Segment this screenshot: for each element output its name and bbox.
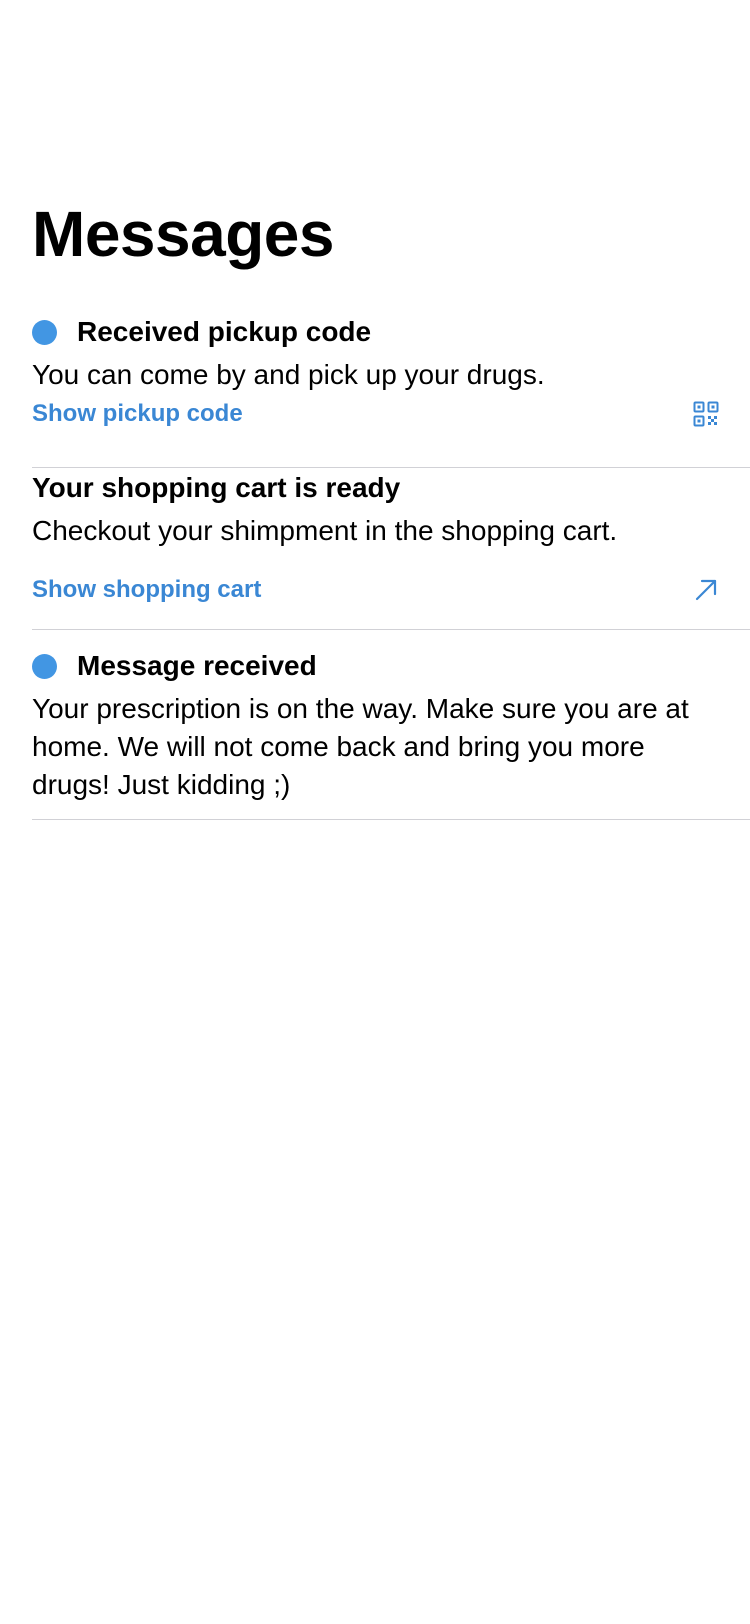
message-body: Your prescription is on the way. Make su… <box>32 693 689 800</box>
message-item-prescription[interactable]: Message received Your prescription is on… <box>32 630 750 820</box>
message-header: Your shopping cart is ready <box>32 468 718 508</box>
message-item-pickup-code[interactable]: Received pickup code You can come by and… <box>32 312 750 468</box>
show-shopping-cart-link[interactable]: Show shopping cart <box>32 576 261 604</box>
message-title: Your shopping cart is ready <box>32 472 401 503</box>
message-body: You can come by and pick up your drugs. <box>32 359 545 390</box>
qr-code-icon[interactable] <box>692 400 720 428</box>
page-title: Messages <box>32 198 334 270</box>
messages-screen: { "page": { "title": "Messages" }, "mess… <box>0 0 750 1624</box>
message-item-shopping-cart[interactable]: Your shopping cart is ready Checkout you… <box>32 468 750 630</box>
message-title: Message received <box>77 650 317 681</box>
unread-indicator <box>32 319 57 345</box>
message-action-row[interactable]: Show shopping cart <box>32 570 718 610</box>
message-header: Received pickup code <box>32 312 718 352</box>
message-action-row[interactable]: Show pickup code <box>32 394 720 434</box>
message-title: Received pickup code <box>77 316 372 347</box>
message-body: Checkout your shimpment in the shopping … <box>32 515 618 546</box>
message-list: Received pickup code You can come by and… <box>32 312 750 820</box>
arrow-up-right-icon[interactable] <box>692 576 720 604</box>
unread-indicator <box>32 653 57 679</box>
show-pickup-code-link[interactable]: Show pickup code <box>32 400 243 428</box>
message-header: Message received <box>32 646 718 686</box>
